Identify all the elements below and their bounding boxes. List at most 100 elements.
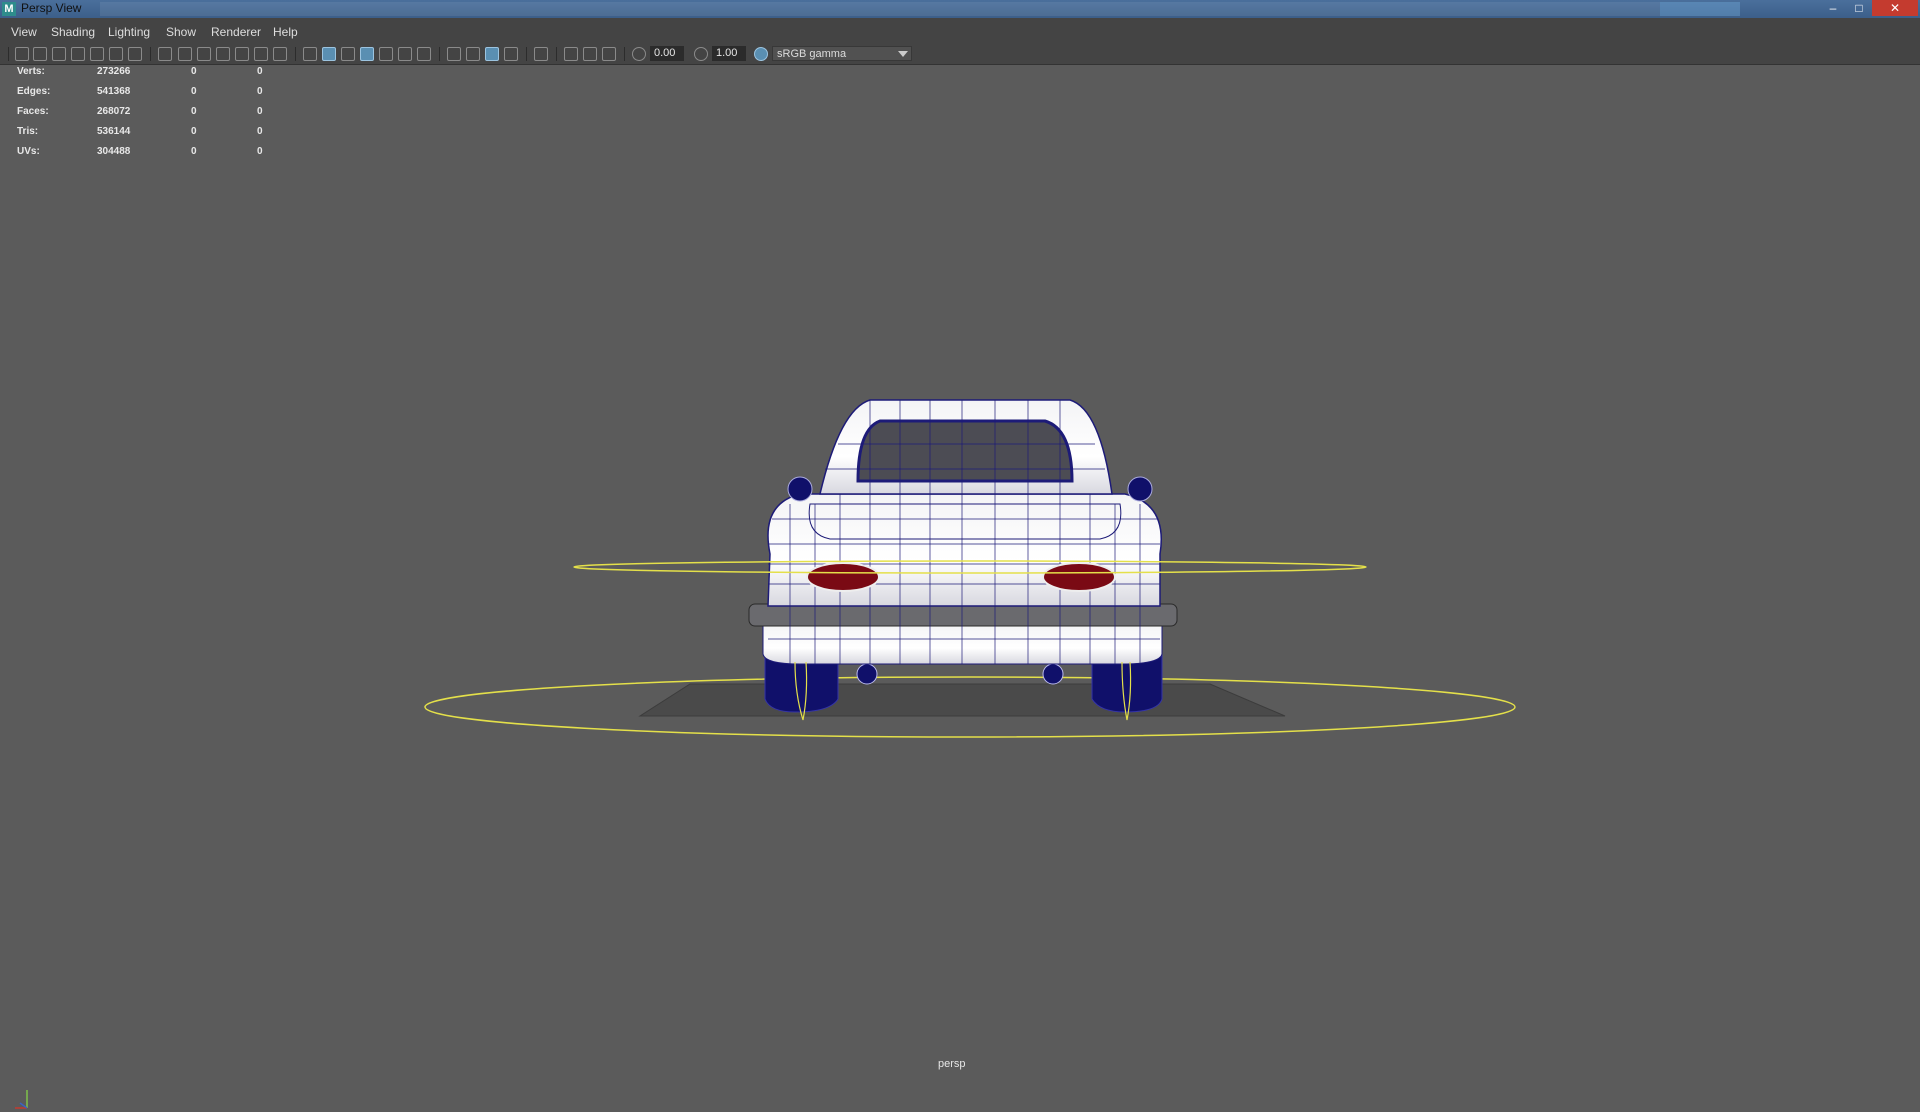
rear-window bbox=[856, 419, 1074, 483]
hud-row-tris: Tris: 536144 0 0 bbox=[17, 124, 277, 144]
left-mirror bbox=[787, 476, 813, 502]
menu-shading[interactable]: Shading bbox=[51, 25, 95, 39]
film-gate-icon[interactable] bbox=[178, 47, 192, 61]
anti-aliasing-icon[interactable] bbox=[485, 47, 499, 61]
panel-menu-bar: View Shading Lighting Show Renderer Help bbox=[0, 18, 1920, 45]
hud-value-total: 536144 bbox=[97, 126, 131, 137]
hud-value-component: 0 bbox=[257, 66, 263, 77]
hud-value-selected: 0 bbox=[191, 106, 197, 117]
hud-label: Verts: bbox=[17, 66, 45, 77]
wireframe-on-shaded-icon[interactable] bbox=[360, 47, 374, 61]
hud-value-component: 0 bbox=[257, 106, 263, 117]
screen-space-ao-icon[interactable] bbox=[447, 47, 461, 61]
perspective-viewport[interactable] bbox=[0, 64, 1920, 1109]
exposure-icon[interactable] bbox=[632, 47, 646, 61]
select-camera-icon[interactable] bbox=[15, 47, 29, 61]
resolution-gate-icon[interactable] bbox=[197, 47, 211, 61]
toolbar-separator bbox=[556, 47, 557, 61]
hud-value-component: 0 bbox=[257, 126, 263, 137]
background-window-tabs bbox=[100, 2, 1660, 16]
toolbar-separator bbox=[8, 47, 9, 61]
pencil-icon[interactable] bbox=[128, 47, 142, 61]
hud-label: Edges: bbox=[17, 86, 51, 97]
toolbar-separator bbox=[439, 47, 440, 61]
scene-canvas bbox=[424, 399, 1516, 738]
gamma-icon[interactable] bbox=[694, 47, 708, 61]
ground-plane bbox=[638, 683, 1286, 717]
color-space-label: sRGB gamma bbox=[777, 48, 847, 60]
left-taillight bbox=[806, 562, 880, 592]
exposure-field[interactable]: 0.00 bbox=[650, 46, 684, 61]
window-title: Persp View bbox=[21, 1, 82, 15]
hud-label: Tris: bbox=[17, 126, 39, 137]
xray-joints-icon[interactable] bbox=[583, 47, 597, 61]
window-title-bar: M Persp View – □ ✕ bbox=[0, 0, 1920, 18]
motion-blur-icon[interactable] bbox=[466, 47, 480, 61]
minimize-icon[interactable]: – bbox=[1820, 0, 1846, 16]
toolbar-separator bbox=[624, 47, 625, 61]
close-icon[interactable]: ✕ bbox=[1872, 0, 1918, 16]
toolbar-separator bbox=[295, 47, 296, 61]
menu-view[interactable]: View bbox=[11, 25, 37, 39]
textured-icon[interactable] bbox=[379, 47, 393, 61]
rear-bumper bbox=[748, 603, 1178, 627]
safe-title-icon[interactable] bbox=[273, 47, 287, 61]
background-active-tab bbox=[1660, 2, 1740, 16]
isolate-select-icon[interactable] bbox=[534, 47, 548, 61]
hud-value-total: 268072 bbox=[97, 106, 131, 117]
color-space-dropdown[interactable]: sRGB gamma bbox=[772, 46, 912, 61]
right-taillight bbox=[1042, 562, 1116, 592]
app-logo-icon: M bbox=[2, 2, 16, 16]
menu-help[interactable]: Help bbox=[273, 25, 298, 39]
hud-value-selected: 0 bbox=[191, 86, 197, 97]
grid-icon[interactable] bbox=[158, 47, 172, 61]
hud-label: Faces: bbox=[17, 106, 49, 117]
gamma-field[interactable]: 1.00 bbox=[712, 46, 746, 61]
gate-mask-icon[interactable] bbox=[216, 47, 230, 61]
hud-value-component: 0 bbox=[257, 86, 263, 97]
panel-toolbar: 0.00 1.00 sRGB gamma bbox=[0, 44, 1920, 65]
menu-renderer[interactable]: Renderer bbox=[211, 25, 261, 39]
hud-row-faces: Faces: 268072 0 0 bbox=[17, 104, 277, 124]
chevron-down-icon bbox=[898, 51, 908, 57]
car-lower-body bbox=[762, 623, 1163, 665]
right-exhaust bbox=[1042, 663, 1064, 685]
2d-pan-zoom-icon[interactable] bbox=[109, 47, 123, 61]
xray-icon[interactable] bbox=[564, 47, 578, 61]
hud-value-total: 541368 bbox=[97, 86, 131, 97]
grease-pencil-icon[interactable] bbox=[90, 47, 104, 61]
toolbar-separator bbox=[150, 47, 151, 61]
view-axis-icon bbox=[15, 1090, 28, 1109]
depth-of-field-icon[interactable] bbox=[504, 47, 518, 61]
smooth-shade-icon[interactable] bbox=[322, 47, 336, 61]
left-exhaust bbox=[856, 663, 878, 685]
hud-value-selected: 0 bbox=[191, 146, 197, 157]
poly-count-hud: Verts: 273266 0 0 Edges: 541368 0 0 Face… bbox=[17, 64, 277, 164]
hud-value-selected: 0 bbox=[191, 126, 197, 137]
image-plane-icon[interactable] bbox=[71, 47, 85, 61]
hud-row-verts: Verts: 273266 0 0 bbox=[17, 64, 277, 84]
safe-action-icon[interactable] bbox=[254, 47, 268, 61]
toolbar-separator bbox=[526, 47, 527, 61]
hud-value-total: 273266 bbox=[97, 66, 131, 77]
color-management-icon[interactable] bbox=[754, 47, 768, 61]
field-chart-icon[interactable] bbox=[235, 47, 249, 61]
restore-icon[interactable]: □ bbox=[1846, 0, 1872, 16]
right-mirror bbox=[1127, 476, 1153, 502]
hud-row-uvs: UVs: 304488 0 0 bbox=[17, 144, 277, 164]
bookmark-icon[interactable] bbox=[52, 47, 66, 61]
camera-name-label: persp bbox=[938, 1058, 966, 1070]
menu-show[interactable]: Show bbox=[166, 25, 196, 39]
hud-value-selected: 0 bbox=[191, 66, 197, 77]
shadows-icon[interactable] bbox=[417, 47, 431, 61]
menu-lighting[interactable]: Lighting bbox=[108, 25, 150, 39]
camera-attributes-icon[interactable] bbox=[33, 47, 47, 61]
wireframe-icon[interactable] bbox=[303, 47, 317, 61]
hud-label: UVs: bbox=[17, 146, 40, 157]
hud-row-edges: Edges: 541368 0 0 bbox=[17, 84, 277, 104]
xray-components-icon[interactable] bbox=[602, 47, 616, 61]
use-all-lights-icon[interactable] bbox=[398, 47, 412, 61]
hud-value-component: 0 bbox=[257, 146, 263, 157]
hud-value-total: 304488 bbox=[97, 146, 131, 157]
use-default-material-icon[interactable] bbox=[341, 47, 355, 61]
